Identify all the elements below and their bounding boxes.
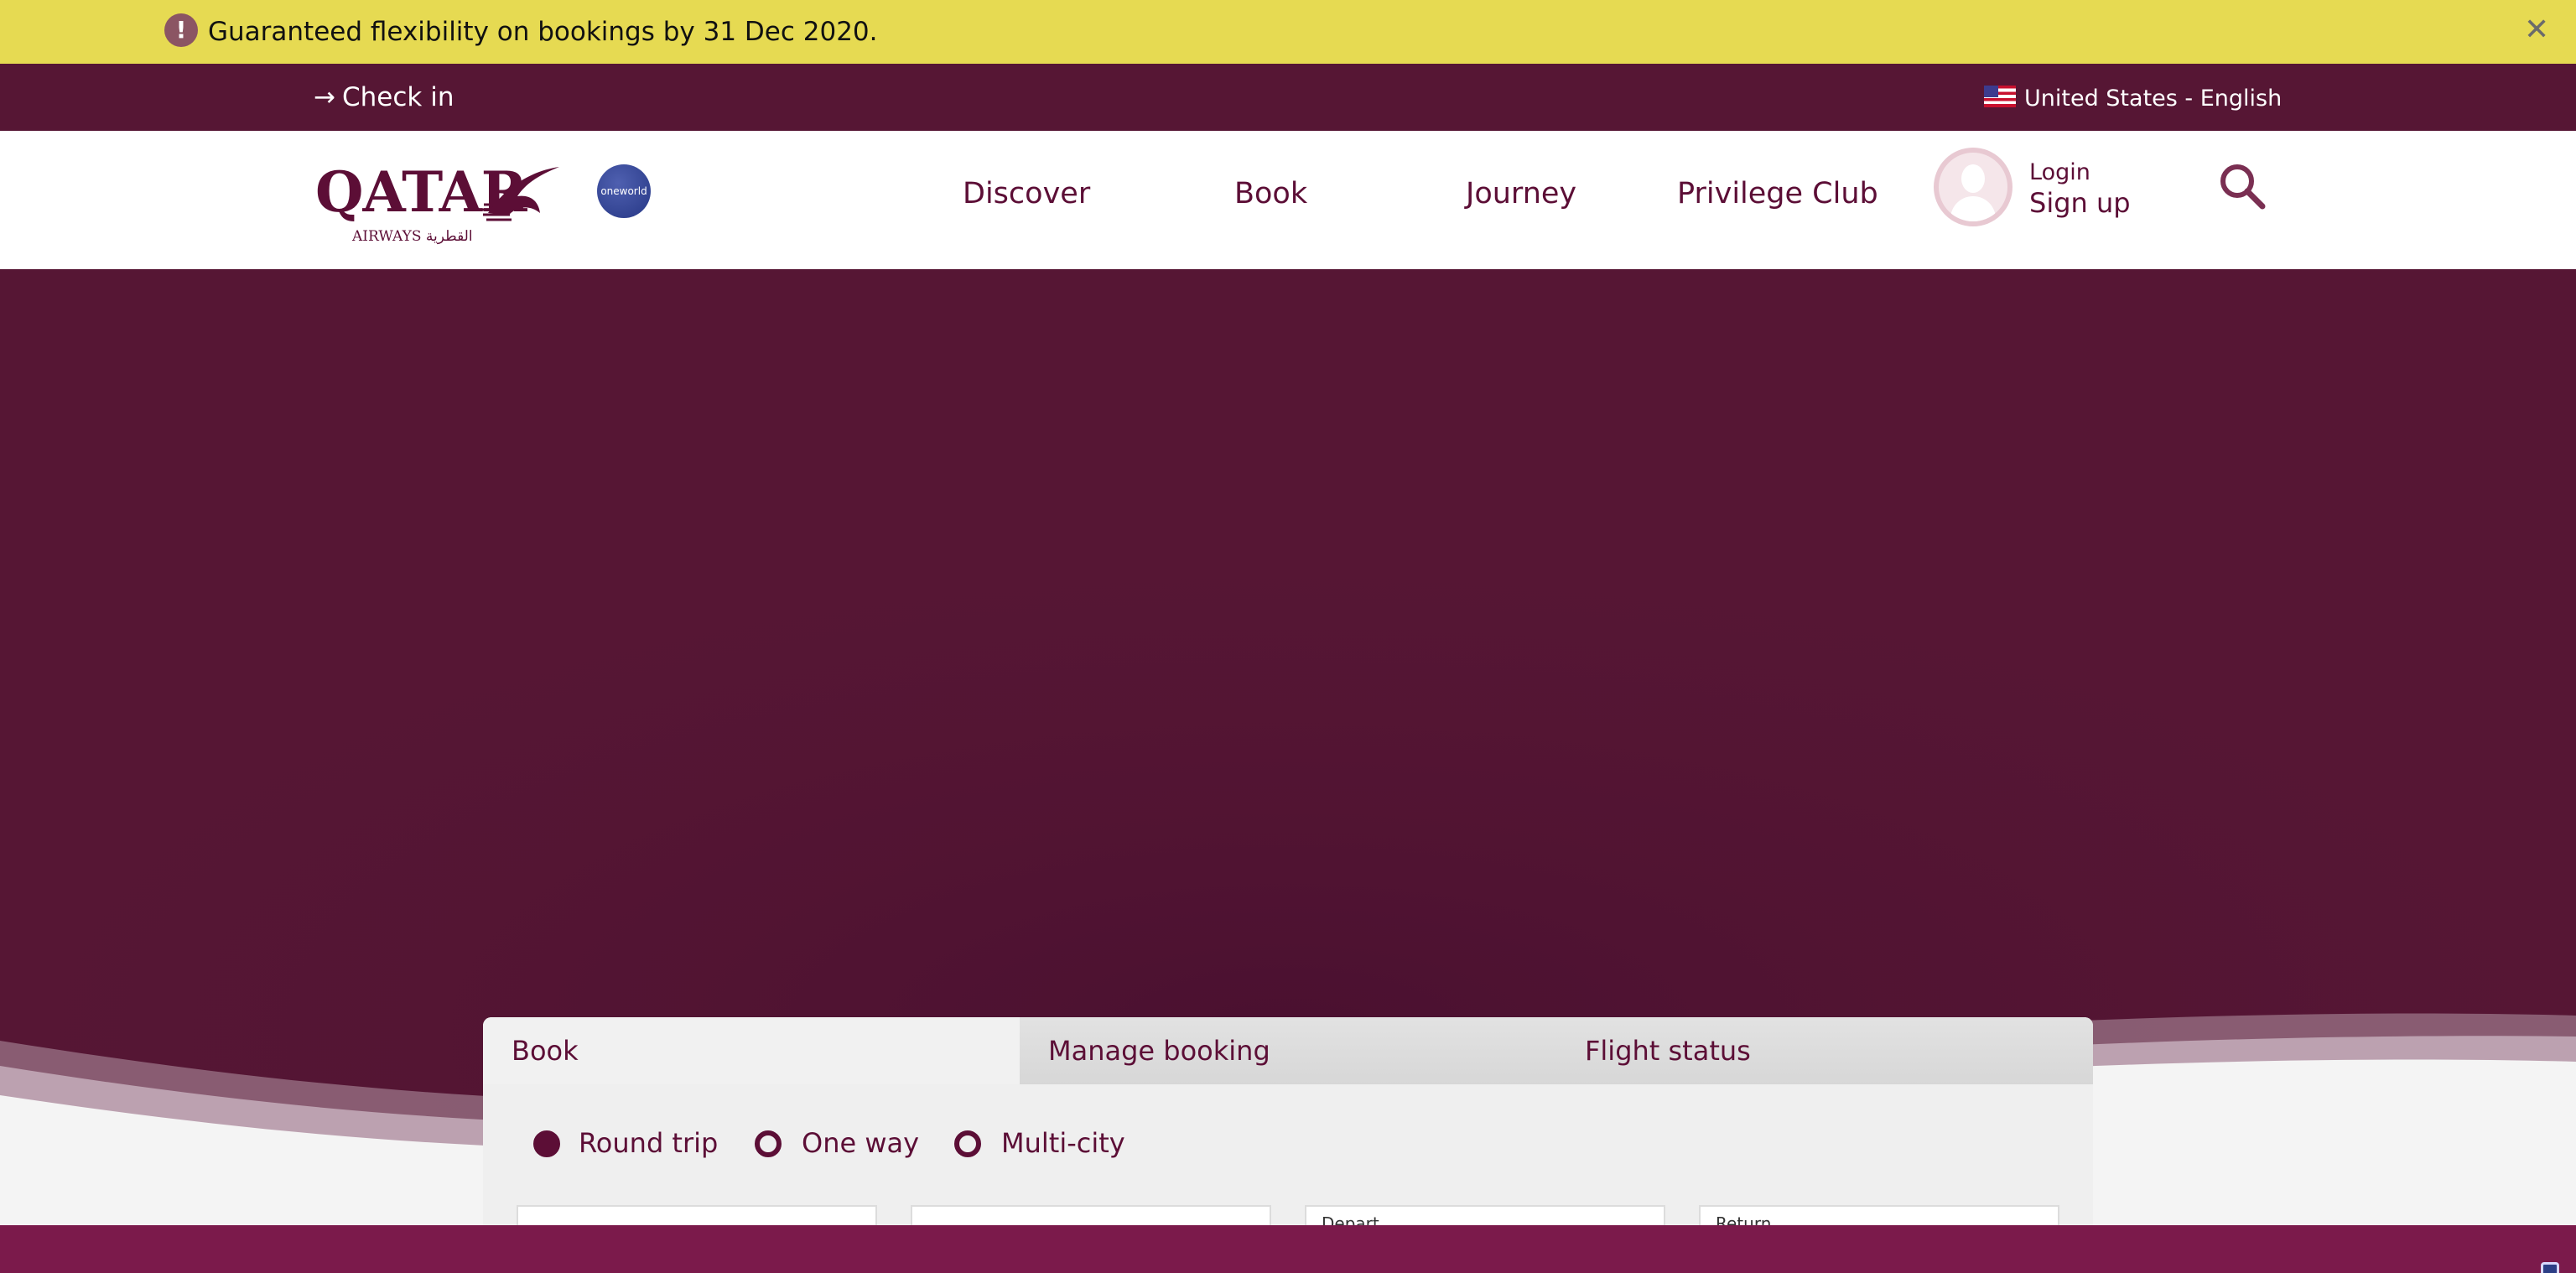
- tab-flight-status[interactable]: Flight status: [1556, 1017, 2093, 1084]
- tab-book[interactable]: Book: [483, 1017, 1020, 1084]
- utility-bar: → Check in United States - English: [0, 64, 2576, 131]
- avatar-icon[interactable]: [1934, 148, 2012, 226]
- qatar-airways-logo[interactable]: QATAR AIRWAYS القطرية: [315, 156, 559, 248]
- multi-city-label[interactable]: Multi-city: [1001, 1125, 1125, 1161]
- exclamation-icon: !: [164, 13, 198, 47]
- tab-manage-booking[interactable]: Manage booking: [1020, 1017, 1556, 1084]
- alert-text[interactable]: Guaranteed flexibility on bookings by 31…: [208, 13, 878, 50]
- check-in-label: Check in: [341, 82, 454, 112]
- locale-label: United States - English: [2024, 86, 2283, 112]
- nav-book[interactable]: Book: [1234, 173, 1307, 215]
- chat-icon[interactable]: [2541, 1262, 2559, 1273]
- radio-one-way[interactable]: [755, 1130, 782, 1157]
- nav-journey[interactable]: Journey: [1466, 173, 1576, 215]
- check-in-link[interactable]: → Check in: [314, 79, 454, 116]
- round-trip-label[interactable]: Round trip: [579, 1125, 718, 1161]
- oryx-icon: [481, 167, 559, 221]
- locale-selector[interactable]: United States - English: [1984, 81, 2282, 117]
- oneworld-logo[interactable]: oneworld: [597, 164, 651, 218]
- radio-multi-city[interactable]: [954, 1130, 981, 1157]
- tab-flight-status-label: Flight status: [1585, 1035, 1751, 1067]
- radio-round-trip[interactable]: [533, 1130, 560, 1157]
- alert-banner: ! Guaranteed flexibility on bookings by …: [0, 0, 2576, 64]
- bottom-bar: [0, 1225, 2576, 1273]
- arrow-right-icon: →: [314, 82, 335, 112]
- booking-tabs: Book Manage booking Flight status: [483, 1017, 2093, 1084]
- close-icon[interactable]: ✕: [2524, 12, 2549, 49]
- us-flag-icon: [1984, 86, 2016, 107]
- tab-manage-booking-label: Manage booking: [1048, 1035, 1270, 1067]
- nav-privilege-club[interactable]: Privilege Club: [1677, 173, 1878, 215]
- nav-discover[interactable]: Discover: [963, 173, 1090, 215]
- booking-widget: Book Manage booking Flight status Round …: [483, 1017, 2093, 1235]
- site-header: QATAR AIRWAYS القطرية oneworld Discover …: [0, 131, 2576, 269]
- search-icon[interactable]: [2217, 161, 2267, 211]
- login-link[interactable]: Login: [2029, 158, 2090, 188]
- logo-subtitle: AIRWAYS القطرية: [352, 228, 473, 245]
- tab-book-label: Book: [512, 1035, 579, 1067]
- one-way-label[interactable]: One way: [802, 1125, 919, 1161]
- signup-link[interactable]: Sign up: [2029, 184, 2131, 221]
